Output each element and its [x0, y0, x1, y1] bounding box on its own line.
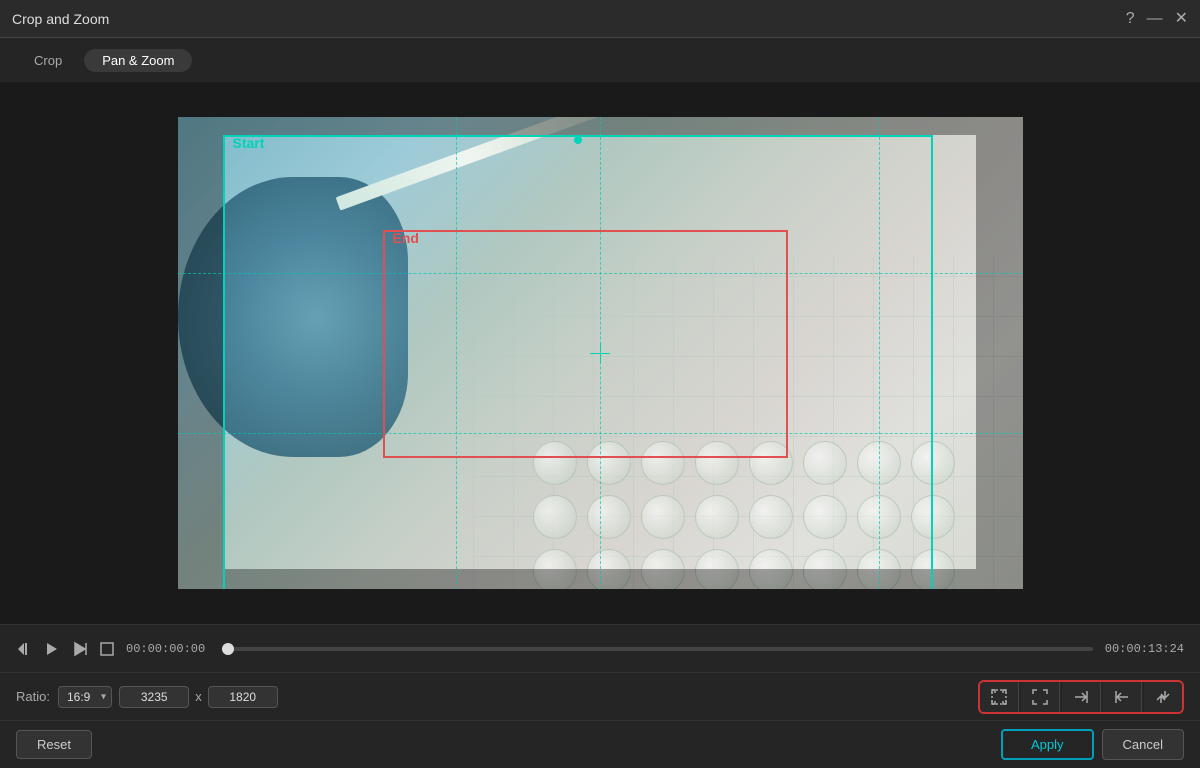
well-cell [587, 441, 631, 485]
well-cell [641, 495, 685, 539]
well-cell [803, 549, 847, 589]
total-time: 00:00:13:24 [1105, 642, 1184, 656]
controls-bar: Ratio: 16:9 4:3 1:1 9:16 x [0, 672, 1200, 720]
dimension-separator: x [195, 689, 202, 704]
well-cell [695, 495, 739, 539]
reset-button[interactable]: Reset [16, 730, 92, 759]
play-pause-button[interactable] [44, 641, 60, 657]
well-cell [641, 441, 685, 485]
titlebar: Crop and Zoom ? — ✕ [0, 0, 1200, 38]
well-cell [803, 495, 847, 539]
video-canvas[interactable]: Start End [178, 117, 1023, 589]
well-cell [533, 441, 577, 485]
well-cell [695, 441, 739, 485]
well-cell [911, 549, 955, 589]
progress-bar[interactable] [228, 647, 1093, 651]
swap-button[interactable] [1144, 682, 1182, 712]
titlebar-controls: ? — ✕ [1126, 11, 1188, 27]
cancel-button[interactable]: Cancel [1102, 729, 1184, 760]
well-cell [911, 495, 955, 539]
ratio-wrapper: 16:9 4:3 1:1 9:16 [58, 686, 112, 708]
window-title: Crop and Zoom [12, 11, 109, 27]
well-cell [857, 549, 901, 589]
stop-button[interactable] [100, 642, 114, 656]
play-button-alt[interactable] [72, 641, 88, 657]
height-input[interactable] [208, 686, 278, 708]
well-cell [857, 495, 901, 539]
well-cell [803, 441, 847, 485]
well-cell [857, 441, 901, 485]
tab-crop[interactable]: Crop [16, 49, 80, 72]
align-right-button[interactable] [1062, 682, 1101, 712]
align-left-button[interactable] [1103, 682, 1142, 712]
apply-button[interactable]: Apply [1001, 729, 1094, 760]
tabbar: Crop Pan & Zoom [0, 38, 1200, 82]
minimize-button[interactable]: — [1147, 11, 1163, 27]
well-cell [587, 549, 631, 589]
well-cell [911, 441, 955, 485]
well-cell [533, 495, 577, 539]
video-preview-area: Start End [0, 82, 1200, 624]
progress-thumb[interactable] [222, 643, 234, 655]
close-button[interactable]: ✕ [1175, 11, 1188, 27]
ratio-label: Ratio: [16, 689, 50, 704]
tab-pan-zoom[interactable]: Pan & Zoom [84, 49, 192, 72]
well-cell [533, 549, 577, 589]
skip-back-button[interactable] [16, 641, 32, 657]
well-cell [695, 549, 739, 589]
actions-bar: Reset Apply Cancel [0, 720, 1200, 768]
well-cell [749, 441, 793, 485]
wells-grid [533, 441, 959, 589]
fit-button[interactable] [980, 682, 1019, 712]
well-cell [587, 495, 631, 539]
well-cell [641, 549, 685, 589]
help-button[interactable]: ? [1126, 11, 1135, 27]
align-button-group [978, 680, 1184, 714]
well-cell [749, 495, 793, 539]
playback-bar: 00:00:00:00 00:00:13:24 [0, 624, 1200, 672]
well-cell [749, 549, 793, 589]
width-input[interactable] [119, 686, 189, 708]
expand-button[interactable] [1021, 682, 1060, 712]
ratio-select[interactable]: 16:9 4:3 1:1 9:16 [58, 686, 112, 708]
plate-grid-visual [473, 257, 1023, 589]
current-time: 00:00:00:00 [126, 642, 216, 656]
lab-glove-visual [178, 177, 408, 457]
button-group-right: Apply Cancel [1001, 729, 1184, 760]
